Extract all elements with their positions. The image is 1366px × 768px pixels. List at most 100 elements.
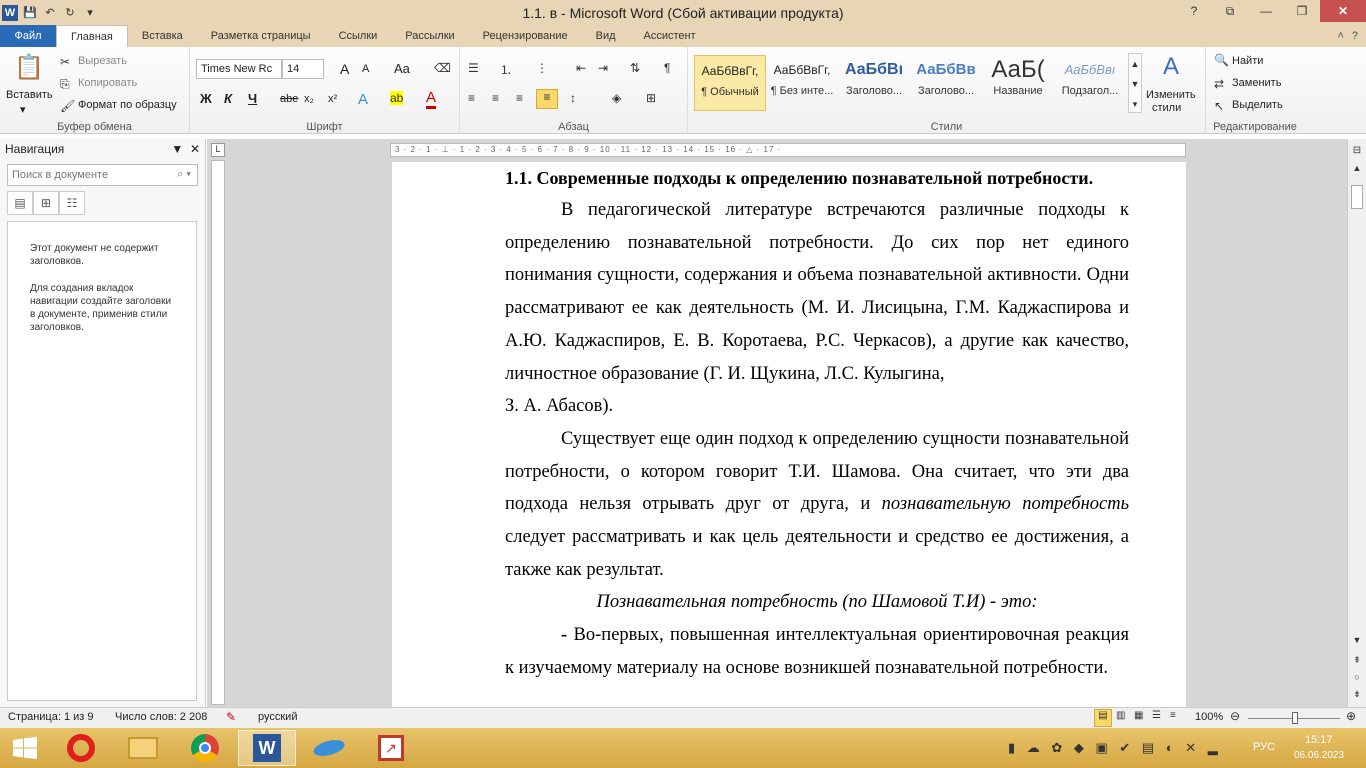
document-content[interactable]: 1.1. Современные подходы к определению п… xyxy=(505,162,1129,685)
align-left-icon[interactable]: ≡ xyxy=(468,91,475,105)
style-no-spacing[interactable]: АаБбВвГг, ¶ Без инте... xyxy=(766,55,838,111)
zoom-out-icon[interactable]: ⊖ xyxy=(1230,709,1240,723)
zoom-in-icon[interactable]: ⊕ xyxy=(1346,709,1356,723)
language-status[interactable]: русский xyxy=(258,711,297,723)
web-layout-icon[interactable]: ▦ xyxy=(1134,710,1143,721)
full-screen-reading-icon[interactable]: ▥ xyxy=(1116,710,1125,721)
style-subtitle[interactable]: АаБбВвı Подзагол... xyxy=(1054,55,1126,111)
tab-selector-icon[interactable]: L xyxy=(211,143,225,157)
ruler-toggle-icon[interactable]: ⊟ xyxy=(1350,145,1364,156)
strikethrough-button[interactable]: abe xyxy=(280,93,298,105)
font-name-select[interactable]: Times New Rc xyxy=(196,59,282,79)
underline-button[interactable]: Ч xyxy=(248,91,257,106)
italic-button[interactable]: К xyxy=(224,91,232,106)
increase-indent-icon[interactable]: ⇥ xyxy=(598,61,608,75)
restore-ribbon-icon[interactable]: ⧉ xyxy=(1212,0,1248,22)
word-taskbar-icon[interactable]: W xyxy=(238,730,296,766)
tray-icons[interactable]: ▮ ☁ ✿ ◆ ▣ ✔ ▤ ◐ ✕ ▂ xyxy=(1008,740,1222,756)
justify-icon[interactable]: ≡ xyxy=(536,89,558,109)
nav-close-icon[interactable]: ✕ xyxy=(190,142,200,156)
tab-assistant[interactable]: Ассистент xyxy=(630,25,710,47)
start-button[interactable] xyxy=(0,730,50,766)
tab-home[interactable]: Главная xyxy=(56,25,128,47)
draft-icon[interactable]: ≡ xyxy=(1170,710,1176,721)
collapse-ribbon-icon[interactable]: ˄ xyxy=(1337,30,1343,42)
shading-icon[interactable]: ◈ xyxy=(612,91,621,105)
cut-button[interactable]: Вырезать xyxy=(78,55,127,67)
change-case-button[interactable]: Aa xyxy=(394,61,410,76)
paste-dropdown-icon[interactable]: ▾ xyxy=(20,103,26,116)
nav-tab-pages-icon[interactable]: ⊞ xyxy=(33,191,59,215)
style-heading-1[interactable]: АаБбВı Заголово... xyxy=(838,55,910,111)
paste-icon[interactable]: 📋 xyxy=(14,53,44,83)
numbering-icon[interactable]: ⒈ xyxy=(500,61,512,78)
decrease-indent-icon[interactable]: ⇤ xyxy=(576,61,586,75)
nav-menu-icon[interactable]: ▼ xyxy=(171,142,183,156)
select-button[interactable]: Выделить xyxy=(1232,99,1283,111)
prev-page-icon[interactable]: ⇞ xyxy=(1350,655,1364,666)
grow-font-button[interactable]: A xyxy=(340,61,349,77)
tab-review[interactable]: Рецензирование xyxy=(469,25,582,47)
font-size-select[interactable]: 14 xyxy=(282,59,324,79)
replace-button[interactable]: Заменить xyxy=(1232,77,1281,89)
style-normal[interactable]: АаБбВвГг, ¶ Обычный xyxy=(694,55,766,111)
tab-references[interactable]: Ссылки xyxy=(325,25,392,47)
style-heading-2[interactable]: АаБбВв Заголово... xyxy=(910,55,982,111)
nav-search-input[interactable]: Поиск в документе ⌕ ▾ xyxy=(7,164,198,186)
tab-insert[interactable]: Вставка xyxy=(128,25,197,47)
subscript-button[interactable]: x₂ xyxy=(304,93,314,105)
chrome-icon[interactable] xyxy=(176,730,234,766)
minimize-button[interactable]: — xyxy=(1248,0,1284,22)
sort-icon[interactable]: ⇅ xyxy=(630,61,640,75)
horizontal-ruler[interactable]: 3 · 2 · 1 · ⊥ · 1 · 2 · 3 · 4 · 5 · 6 · … xyxy=(390,143,1186,157)
align-right-icon[interactable]: ≡ xyxy=(516,91,523,105)
borders-icon[interactable]: ⊞ xyxy=(646,91,656,105)
document-page[interactable]: 1.1. Современные подходы к определению п… xyxy=(392,162,1186,707)
scroll-down-icon[interactable]: ▼ xyxy=(1350,635,1364,645)
print-layout-icon[interactable]: ▤ xyxy=(1094,709,1112,727)
line-spacing-icon[interactable]: ↕ xyxy=(570,91,576,105)
help-icon[interactable]: ? xyxy=(1176,0,1212,22)
page-count[interactable]: Страница: 1 из 9 xyxy=(8,711,94,723)
bold-button[interactable]: Ж xyxy=(200,91,212,106)
help-round-icon[interactable]: ? xyxy=(1352,30,1358,42)
browse-object-icon[interactable]: ○ xyxy=(1350,672,1364,682)
superscript-button[interactable]: x² xyxy=(328,93,337,105)
maximize-button[interactable]: ❐ xyxy=(1284,0,1320,22)
bullets-icon[interactable]: ☰ xyxy=(468,61,479,75)
paste-button[interactable]: Вставить xyxy=(6,89,53,101)
word-count[interactable]: Число слов: 2 208 xyxy=(115,711,207,723)
file-explorer-icon[interactable] xyxy=(114,730,172,766)
app-icon[interactable] xyxy=(300,730,358,766)
input-language[interactable]: РУС xyxy=(1253,741,1275,753)
opera-icon[interactable] xyxy=(52,730,110,766)
font-color-button[interactable]: A xyxy=(426,89,437,109)
find-button[interactable]: Найти xyxy=(1232,55,1263,67)
next-page-icon[interactable]: ⇟ xyxy=(1350,689,1364,700)
copy-button[interactable]: Копировать xyxy=(78,77,137,89)
zoom-level[interactable]: 100% xyxy=(1195,711,1223,723)
scroll-thumb[interactable] xyxy=(1351,185,1363,209)
shrink-font-button[interactable]: A xyxy=(362,63,369,75)
tab-mailings[interactable]: Рассылки xyxy=(391,25,468,47)
tab-file[interactable]: Файл xyxy=(0,25,56,47)
search-icon[interactable]: ⌕ ▾ xyxy=(177,168,191,181)
vertical-scrollbar[interactable]: ⊟ ▲ ▼ ⇞ ○ ⇟ xyxy=(1347,139,1366,707)
outline-icon[interactable]: ☰ xyxy=(1152,710,1161,721)
nav-tab-results-icon[interactable]: ☷ xyxy=(59,191,85,215)
change-styles-icon[interactable]: A xyxy=(1156,53,1186,81)
zoom-slider-thumb[interactable] xyxy=(1292,712,1298,724)
show-marks-icon[interactable]: ¶ xyxy=(664,61,670,75)
change-styles-button[interactable]: Изменить xyxy=(1146,89,1196,101)
tab-view[interactable]: Вид xyxy=(582,25,630,47)
styles-scroll-icon[interactable]: ▲ ▼ ▾ xyxy=(1128,53,1142,113)
clock-date[interactable]: 06.06.2023 xyxy=(1294,750,1344,761)
proofing-icon[interactable]: ✎ xyxy=(226,710,236,724)
clock-time[interactable]: 15:17 xyxy=(1305,734,1333,746)
format-painter-button[interactable]: Формат по образцу xyxy=(78,99,177,111)
scroll-up-icon[interactable]: ▲ xyxy=(1350,163,1364,173)
tab-page-layout[interactable]: Разметка страницы xyxy=(197,25,325,47)
style-title[interactable]: АаБ( Название xyxy=(982,55,1054,111)
highlight-icon[interactable]: ab xyxy=(390,91,404,105)
clear-format-icon[interactable]: ⌫ xyxy=(434,61,451,75)
